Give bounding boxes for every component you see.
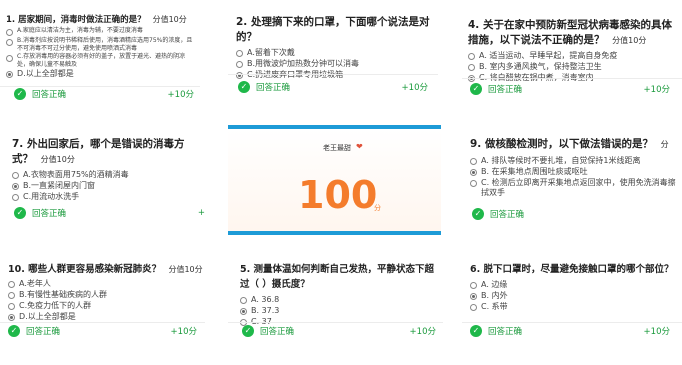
question-card-2: 2. 处理摘下来的口罩，下面哪个说法是对的？ A.留着下次戴 B.用微波炉加热数… — [228, 0, 438, 108]
option-a[interactable]: A. 边缘 — [470, 280, 675, 290]
question-title: 4. 关于在家中预防新型冠状病毒感染的具体措施，以下说法不正确的是？ 分值10分 — [468, 19, 672, 46]
radio-icon[interactable] — [468, 53, 475, 60]
question-card-10: 10. 哪些人群更容易感染新冠肺炎？ 分值10分 A.老年人 B.有慢性基础疾病… — [0, 250, 205, 365]
question-title: 5. 测量体温如何判断自己发热，平静状态下超过（ ）摄氏度？ — [240, 264, 435, 290]
option-c[interactable]: C. 系带 — [470, 302, 675, 312]
radio-selected-icon[interactable] — [8, 314, 15, 321]
score-result-card: 老王最甜 ❤ 100 分 — [228, 125, 441, 235]
option-d[interactable]: D.以上全部都是 — [8, 312, 203, 322]
radio-icon[interactable] — [470, 282, 477, 289]
radio-icon[interactable] — [240, 297, 247, 304]
option-c[interactable]: C.存放消毒用的容器必须有好的盖子，放置于避光、避热的阴凉处，确保儿童不易触及 — [6, 53, 196, 68]
question-card-9: 9. 做核酸检测时，以下做法错误的是？ 分 A. 排队等候时不要扎堆，自觉保持1… — [462, 125, 682, 225]
radio-icon[interactable] — [8, 292, 15, 299]
radio-selected-icon[interactable] — [12, 183, 19, 190]
question-card-1: 1. 居家期间，消毒时做法正确的是？ 分值10分 A.家庭应以清洁为主，消毒为辅… — [0, 0, 200, 108]
radio-icon[interactable] — [468, 64, 475, 71]
check-circle-icon: ✓ — [242, 325, 254, 337]
question-title: 6. 脱下口罩时，尽量避免接触口罩的哪个部位？ — [470, 264, 674, 275]
radio-icon[interactable] — [12, 172, 19, 179]
question-card-4: 4. 关于在家中预防新型冠状病毒感染的具体措施，以下说法不正确的是？ 分值10分… — [462, 0, 682, 108]
option-b[interactable]: B. 内外 — [470, 291, 675, 301]
option-b[interactable]: B.一直紧闭屋内门窗 — [12, 181, 202, 191]
check-circle-icon: ✓ — [470, 325, 482, 337]
option-b[interactable]: B.有慢性基础疾病的人群 — [8, 290, 203, 300]
radio-icon[interactable] — [8, 303, 15, 310]
option-a[interactable]: A. 适当运动、早睡早起，提高自身免疫 — [468, 51, 680, 61]
option-b[interactable]: B. 在采集地点周围吐痰或呕吐 — [470, 167, 682, 177]
score-label: 分值10分 — [152, 15, 187, 24]
option-c[interactable]: C.用流动水洗手 — [12, 192, 202, 202]
radio-icon[interactable] — [8, 281, 15, 288]
heart-icon: ❤ — [356, 142, 363, 151]
check-circle-icon: ✓ — [8, 325, 20, 337]
divider — [228, 74, 438, 75]
radio-icon[interactable] — [6, 39, 13, 46]
question-card-6: 6. 脱下口罩时，尽量避免接触口罩的哪个部位？ A. 边缘 B. 内外 C. 系… — [462, 250, 682, 365]
answer-result: ✓ 回答正确 +10分 — [470, 80, 676, 98]
option-a[interactable]: A.家庭应以清洁为主，消毒为辅，不要过度消毒 — [6, 27, 196, 36]
option-a[interactable]: A. 排队等候时不要扎堆，自觉保持1米线距离 — [470, 156, 682, 166]
option-b[interactable]: B.消毒剂应按说明书稀释后使用，消毒酒精应选用75%的浓度，且不可消毒不可过分使… — [6, 37, 196, 52]
question-title: 2. 处理摘下来的口罩，下面哪个说法是对的？ — [236, 16, 430, 43]
option-a[interactable]: A.衣物表面用75%的酒精消毒 — [12, 170, 202, 180]
score-label: 分 — [660, 140, 669, 149]
check-circle-icon: ✓ — [470, 83, 482, 95]
answer-result: ✓ 回答正确 +10分 — [242, 322, 442, 340]
answer-result: ✓ 回答正确 +10分 — [8, 322, 203, 340]
answer-result: ✓ 回答正确 + — [14, 204, 205, 222]
option-a[interactable]: A.老年人 — [8, 279, 203, 289]
check-circle-icon: ✓ — [14, 207, 26, 219]
answer-result: ✓ 回答正确 +10分 — [238, 78, 434, 96]
radio-icon[interactable] — [236, 61, 243, 68]
radio-icon[interactable] — [236, 50, 243, 57]
question-card-7: 7. 外出回家后，哪个是错误的消毒方式？ 分值10分 A.衣物表面用75%的酒精… — [0, 125, 205, 225]
radio-selected-icon[interactable] — [470, 169, 477, 176]
radio-selected-icon[interactable] — [240, 308, 247, 315]
option-a[interactable]: A.留着下次戴 — [236, 48, 434, 58]
question-title: 10. 哪些人群更容易感染新冠肺炎？ 分值10分 — [8, 264, 203, 275]
radio-icon[interactable] — [470, 158, 477, 165]
question-card-5: 5. 测量体温如何判断自己发热，平静状态下超过（ ）摄氏度？ A. 36.8 B… — [228, 250, 443, 365]
radio-icon[interactable] — [12, 194, 19, 201]
check-circle-icon: ✓ — [472, 208, 484, 220]
check-circle-icon: ✓ — [14, 88, 26, 100]
option-c[interactable]: C. 检测后立即离开采集地点返回家中，使用免洗消毒擦拭双手 — [470, 178, 682, 198]
score-label: 分值10分 — [168, 265, 203, 274]
answer-result: ✓ 回答正确 — [472, 205, 678, 223]
answer-result: ✓ 回答正确 +10分 — [14, 85, 200, 103]
answer-result: ✓ 回答正确 +10分 — [470, 322, 676, 340]
question-title: 1. 居家期间，消毒时做法正确的是？ 分值10分 — [6, 15, 187, 25]
option-c[interactable]: C.免疫力低下的人群 — [8, 301, 203, 311]
option-b[interactable]: B. 37.3 — [240, 306, 440, 316]
option-d[interactable]: D.以上全部都是 — [6, 69, 196, 79]
option-a[interactable]: A. 36.8 — [240, 295, 440, 305]
score-label: 分值10分 — [612, 36, 647, 45]
score-unit: 分 — [374, 204, 381, 212]
question-title: 9. 做核酸检测时，以下做法错误的是？ 分 — [470, 138, 669, 150]
divider — [462, 78, 682, 79]
radio-selected-icon[interactable] — [6, 71, 13, 78]
radio-icon[interactable] — [6, 55, 13, 62]
radio-icon[interactable] — [470, 180, 477, 187]
option-b[interactable]: B. 室内多通风换气，保持整洁卫生 — [468, 62, 680, 72]
user-name: 老王最甜 — [323, 144, 351, 152]
score-label: 分值10分 — [40, 155, 75, 164]
option-b[interactable]: B.用微波炉加热数分钟可以消毒 — [236, 59, 434, 69]
radio-icon[interactable] — [470, 304, 477, 311]
check-circle-icon: ✓ — [238, 81, 250, 93]
radio-icon[interactable] — [6, 29, 13, 36]
question-title: 7. 外出回家后，哪个是错误的消毒方式？ 分值10分 — [12, 138, 185, 165]
total-score: 100 — [298, 173, 378, 217]
radio-selected-icon[interactable] — [470, 293, 477, 300]
